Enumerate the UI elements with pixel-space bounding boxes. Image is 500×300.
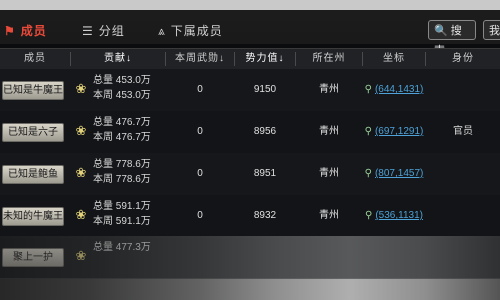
coordinates[interactable]: ⚲ (807,1457) (363, 153, 425, 195)
contribution-values: 总量 591.1万 本周 591.1万 (93, 199, 151, 229)
lotus-icon: ❀ (75, 81, 87, 96)
my-button[interactable]: 我 (483, 20, 500, 40)
weekly-merit: 0 (197, 126, 203, 137)
contribution-total: 总量 477.3万 (93, 242, 151, 253)
location-pin-icon: ⚲ (364, 84, 372, 95)
contribution-values: 总量 453.0万 本周 453.0万 (93, 73, 151, 103)
coordinates-link[interactable]: (697,1291) (375, 126, 423, 137)
tab-sub-members-label: 下属成员 (170, 24, 223, 38)
weekly-merit: 0 (197, 84, 203, 95)
contribution-week: 本周 778.6万 (93, 174, 151, 185)
lotus-icon: ❀ (75, 123, 87, 138)
tab-groups-label: 分组 (98, 24, 125, 38)
contribution-week: 本周 591.1万 (93, 216, 151, 227)
table-row[interactable]: 已知是牛魔王 ❀ 总量 453.0万 本周 453.0万 0 9150 青州 ⚲… (0, 69, 500, 112)
weekly-merit: 0 (197, 168, 203, 179)
tab-sub-members[interactable]: ⩓ 下属成员 (158, 20, 223, 42)
state-name: 青州 (319, 168, 339, 179)
member-name[interactable]: 未知的牛魔王 (2, 207, 64, 226)
power-value: 8956 (253, 126, 277, 137)
search-button[interactable]: 🔍搜索 (428, 20, 476, 57)
power-value: 8951 (253, 168, 277, 179)
member-role: 官员 (453, 126, 473, 137)
location-pin-icon: ⚲ (364, 126, 372, 137)
contribution-week: 本周 476.7万 (93, 132, 151, 143)
contribution-total: 总量 453.0万 (93, 75, 151, 86)
contribution-week: 本周 453.0万 (93, 90, 151, 101)
contribution-total: 总量 591.1万 (93, 201, 151, 212)
column-header-coordinates[interactable]: 坐标 (363, 49, 425, 69)
coordinates-link[interactable]: (536,1131) (375, 210, 423, 221)
location-pin-icon: ⚲ (364, 168, 372, 179)
coordinates[interactable]: ⚲ (536,1131) (363, 195, 425, 237)
hierarchy-icon: ⩓ (158, 24, 166, 38)
my-button-label: 我 (489, 25, 500, 37)
coordinates[interactable]: ⚲ (644,1431) (363, 69, 425, 111)
tab-groups[interactable]: ☰ 分组 (82, 20, 125, 42)
contribution-values: 总量 477.3万 (93, 240, 151, 255)
contribution-values: 总量 778.6万 本周 778.6万 (93, 157, 151, 187)
state-name: 青州 (319, 210, 339, 221)
coordinates-link[interactable]: (807,1457) (375, 168, 423, 179)
member-name[interactable]: 已知是鲍鱼 (2, 165, 64, 184)
contribution-total: 总量 476.7万 (93, 117, 151, 128)
tab-members[interactable]: ⚑ 成员 (0, 20, 74, 42)
state-name: 青州 (319, 84, 339, 95)
table-row[interactable]: 已知是六子 ❀ 总量 476.7万 本周 476.7万 0 8956 青州 ⚲(… (0, 111, 500, 154)
member-name[interactable]: 已知是牛魔王 (2, 81, 64, 100)
table-row[interactable]: 未知的牛魔王 ❀ 总量 591.1万 本周 591.1万 0 8932 青州 ⚲… (0, 195, 500, 238)
weekly-merit: 0 (197, 210, 203, 221)
search-icon: 🔍 (434, 25, 448, 37)
member-name[interactable]: 已知是六子 (2, 123, 64, 142)
tab-bar: ⚑ 成员 ☰ 分组 ⩓ 下属成员 🔍搜索 我 (0, 0, 500, 57)
state-name: 青州 (319, 126, 339, 137)
member-name[interactable]: 聚上一护 (2, 248, 64, 267)
column-header-power[interactable]: 势力值↓ (235, 49, 295, 69)
power-value: 9150 (253, 84, 277, 95)
lotus-icon: ❀ (75, 248, 87, 263)
table-header: 成员 贡献↓ 本周武勋↓ 势力值↓ 所在州 坐标 身份 (0, 48, 500, 70)
column-header-role[interactable]: 身份 (426, 49, 500, 69)
banner-icon: ⚑ (4, 24, 16, 38)
coordinates-link[interactable]: (644,1431) (375, 84, 423, 95)
lotus-icon: ❀ (75, 207, 87, 222)
contribution-total: 总量 778.6万 (93, 159, 151, 170)
column-header-member[interactable]: 成员 (0, 49, 70, 69)
table-row[interactable]: 已知是鲍鱼 ❀ 总量 778.6万 本周 778.6万 0 8951 青州 ⚲(… (0, 153, 500, 196)
member-role (426, 69, 500, 111)
column-header-state[interactable]: 所在州 (296, 49, 362, 69)
member-role (426, 153, 500, 195)
column-header-weekly-merit[interactable]: 本周武勋↓ (166, 49, 234, 69)
contribution-values: 总量 476.7万 本周 476.7万 (93, 115, 151, 145)
lotus-icon: ❀ (75, 165, 87, 180)
table-row[interactable]: 聚上一护 ❀ 总量 477.3万 (0, 236, 500, 279)
tab-members-label: 成员 (20, 24, 47, 38)
member-role (426, 195, 500, 237)
list-icon: ☰ (82, 24, 94, 38)
coordinates[interactable]: ⚲ (697,1291) (363, 111, 425, 153)
column-header-contribution[interactable]: 贡献↓ (71, 49, 165, 69)
power-value: 8932 (253, 210, 277, 221)
location-pin-icon: ⚲ (365, 210, 373, 221)
